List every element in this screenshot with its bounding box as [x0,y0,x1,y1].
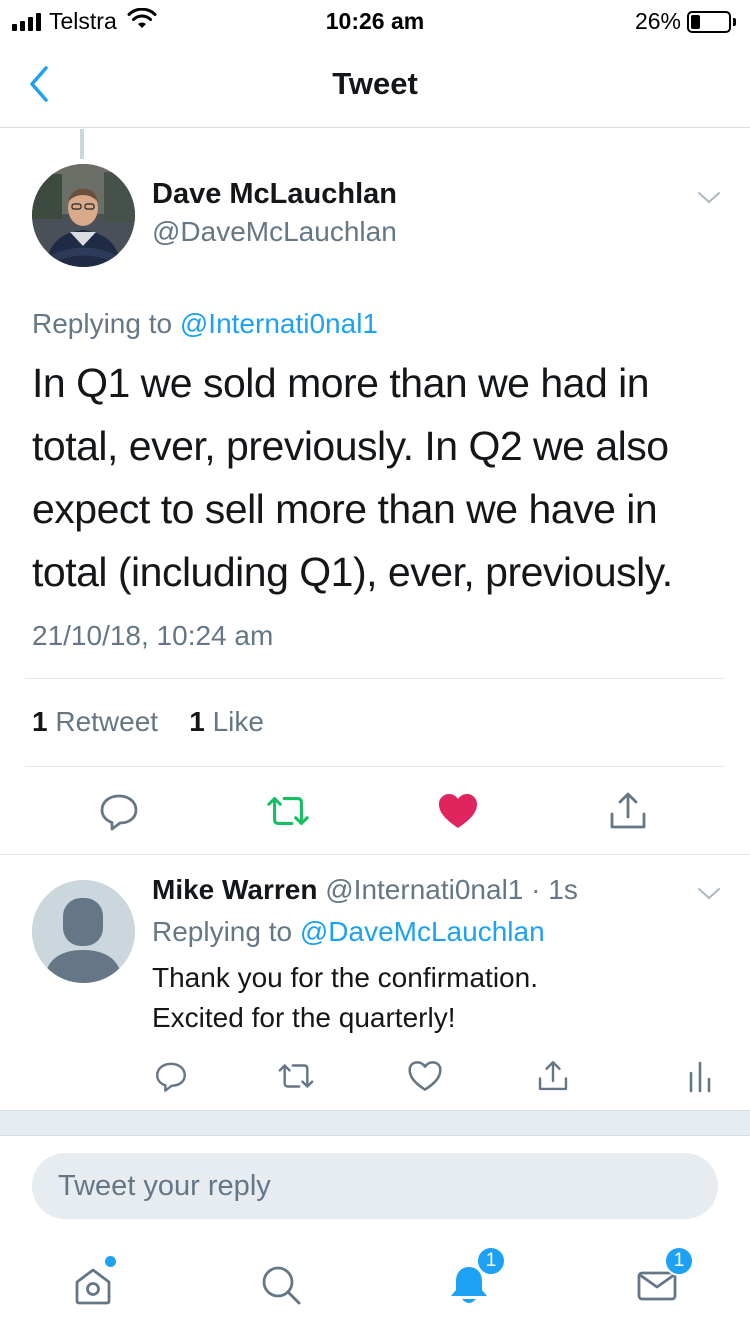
reply-time: 1s [548,874,578,905]
reply-author-name[interactable]: Mike Warren [152,874,317,905]
retweet-button[interactable] [276,1056,316,1096]
default-avatar-icon [32,880,135,983]
tab-notifications[interactable]: 1 [444,1246,506,1310]
profile-photo [32,164,135,267]
separator: · [531,874,541,905]
chevron-down-icon [698,888,720,899]
tab-bar: 1 1 [0,1236,750,1334]
notifications-badge: 1 [476,1246,506,1276]
like-stat[interactable]: 1 Like [189,706,264,737]
heart-filled-icon [439,794,477,828]
search-icon [262,1266,301,1305]
tweet-menu-button[interactable] [696,188,722,208]
battery-icon [687,10,731,33]
heart-icon [408,1061,442,1091]
retweet-count: 1 [32,706,48,737]
divider [0,854,750,855]
tab-search[interactable] [256,1260,306,1310]
author-handle[interactable]: @DaveMcLauchlan [152,216,397,248]
replying-prefix: Replying to [152,916,293,947]
retweet-button[interactable] [265,788,311,834]
reply-actions [0,1056,750,1096]
reply-text-line: Thank you for the confirmation. [152,962,538,993]
reply-text: Thank you for the confirmation. Excited … [152,958,712,1038]
tweet-text: In Q1 we sold more than we had in total,… [32,360,673,595]
author-name[interactable]: Dave McLauchlan [152,178,397,211]
reply-button[interactable] [96,788,142,834]
retweet-icon [278,1064,314,1088]
reply-input[interactable] [32,1153,718,1219]
tweet-actions [0,788,750,834]
engagement-stats: 1 Retweet 1 Like [32,706,264,738]
share-icon [610,792,646,829]
retweet-stat[interactable]: 1 Retweet [32,706,158,737]
share-icon [538,1061,568,1091]
analytics-button[interactable] [680,1056,720,1096]
status-bar: Telstra 10:26 am 26% [0,0,750,40]
messages-badge: 1 [664,1246,694,1276]
reply-menu-button[interactable] [696,884,722,904]
like-button[interactable] [405,1056,445,1096]
nav-bar: Tweet [0,40,750,128]
divider [25,678,725,679]
thread-line [80,129,84,159]
like-stat-label: Like [212,706,264,737]
reply-header: Mike Warren @Internati0nal1 · 1s [152,874,578,906]
like-button[interactable] [435,788,481,834]
reply-composer [0,1136,750,1236]
reply-text-line: Excited for the quarterly! [152,1002,456,1033]
tab-home[interactable] [68,1256,118,1310]
retweet-stat-label: Retweet [55,706,159,737]
battery-percent: 26% [634,8,681,34]
tab-messages[interactable]: 1 [632,1246,694,1310]
analytics-icon [689,1061,711,1093]
page-title: Tweet [332,66,418,101]
status-right: 26% [635,8,736,35]
avatar[interactable] [32,880,135,983]
battery-cap [733,17,736,26]
share-button[interactable] [533,1056,573,1096]
replying-to-line: Replying to @Internati0nal1 [32,308,378,340]
avatar[interactable] [32,164,135,267]
replying-to-line: Replying to @DaveMcLauchlan [152,916,545,948]
battery-fill [691,14,701,29]
share-button[interactable] [605,788,651,834]
reply-button[interactable] [151,1056,191,1096]
reply-icon [156,1062,186,1092]
replying-prefix: Replying to [32,308,173,339]
tweet-timestamp: 21/10/18, 10:24 am [32,620,274,651]
divider [25,766,725,767]
chevron-down-icon [698,192,720,203]
separator-band [0,1110,750,1136]
retweet-icon [267,797,309,825]
reply-author-handle[interactable]: @Internati0nal1 [325,874,523,905]
new-content-dot [105,1256,116,1267]
like-count: 1 [189,706,205,737]
reply-icon [100,794,138,831]
replying-to-link[interactable]: @DaveMcLauchlan [300,916,545,947]
home-icon [75,1268,111,1305]
replying-to-link[interactable]: @Internati0nal1 [180,308,378,339]
